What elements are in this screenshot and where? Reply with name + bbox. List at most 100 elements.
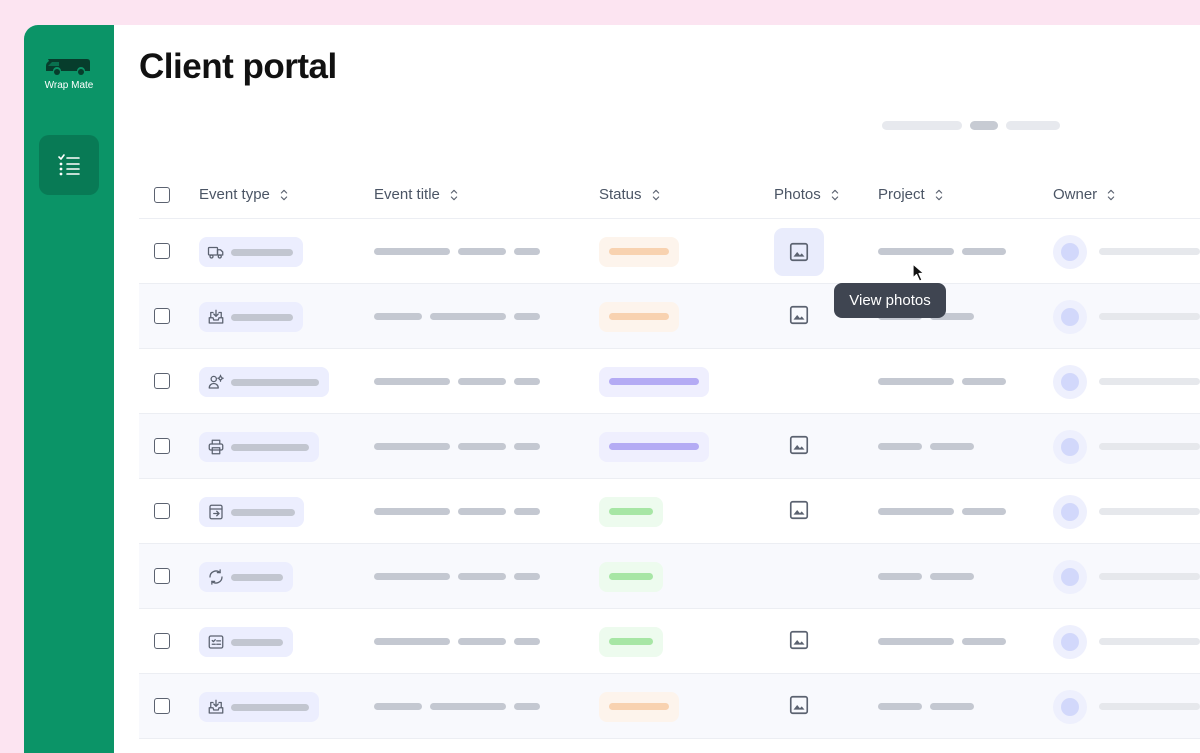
column-header-label: Photos [774,186,821,203]
avatar [1053,495,1087,529]
event-type-placeholder [231,508,295,516]
select-all-checkbox[interactable] [154,187,170,203]
event-title-placeholder [374,638,450,645]
status-badge [599,432,709,462]
event-type-icon-wrap [207,633,225,651]
row-checkbox[interactable] [154,438,170,454]
view-photos-button[interactable] [784,428,814,462]
table-row[interactable] [139,219,1200,284]
status-badge [599,367,709,397]
event-type-badge [199,627,293,657]
event-title-placeholder [458,638,506,645]
event-type-placeholder [231,378,319,386]
column-header-photos[interactable]: Photos [774,186,843,203]
status-badge [599,562,663,592]
status-placeholder [609,508,653,515]
table-row[interactable] [139,544,1200,609]
brand-logo[interactable]: Wrap Mate [24,55,114,91]
status-placeholder [609,703,669,710]
event-type-badge [199,432,319,462]
page-indicator-active[interactable] [970,121,998,130]
event-type-badge [199,497,304,527]
table-row[interactable] [139,284,1200,349]
status-badge [599,497,663,527]
project-placeholder [878,443,922,450]
row-checkbox[interactable] [154,568,170,584]
column-header-status[interactable]: Status [599,186,664,203]
avatar [1053,625,1087,659]
status-badge [599,302,679,332]
status-placeholder [609,313,669,320]
table-row[interactable] [139,609,1200,674]
owner-placeholder [1157,703,1200,710]
row-checkbox[interactable] [154,373,170,389]
table-row[interactable] [139,349,1200,414]
page-indicator[interactable] [1006,121,1060,130]
row-checkbox[interactable] [154,243,170,259]
status-placeholder [609,443,699,450]
inbox-download-icon [208,309,224,324]
row-checkbox[interactable] [154,503,170,519]
event-title-placeholder [430,703,506,710]
image-icon [789,242,809,262]
sort-icon [280,189,288,200]
image-icon [789,630,809,650]
event-title-placeholder [458,573,506,580]
view-photos-button[interactable] [774,228,824,276]
event-type-icon-wrap [207,698,225,716]
event-title-placeholder [430,313,506,320]
status-badge [599,692,679,722]
view-photos-button[interactable] [784,493,814,527]
project-placeholder [930,573,974,580]
sidebar-item-events[interactable] [39,135,99,195]
avatar-image [1061,243,1079,261]
column-header-event-title[interactable]: Event title [374,186,462,203]
page-indicator[interactable] [882,121,962,130]
view-photos-button[interactable] [784,623,814,657]
sidebar: Wrap Mate [24,25,114,753]
table-row[interactable] [139,414,1200,479]
table-row[interactable] [139,479,1200,544]
app-window: Wrap Mate Client portal Event type Event… [24,25,1200,753]
row-checkbox[interactable] [154,633,170,649]
event-type-placeholder [231,313,293,321]
project-placeholder [878,378,954,385]
avatar [1053,690,1087,724]
sort-icon [1107,189,1115,200]
project-placeholder [878,508,954,515]
main-content: Client portal Event type Event title Statu… [114,25,1200,753]
event-type-icon-wrap [207,503,225,521]
avatar-image [1061,308,1079,326]
event-type-placeholder [231,443,309,451]
event-title-placeholder [374,443,450,450]
view-photos-button[interactable] [784,688,814,722]
column-header-event-type[interactable]: Event type [199,186,292,203]
column-header-project[interactable]: Project [878,186,947,203]
image-icon [789,500,809,520]
row-checkbox[interactable] [154,698,170,714]
avatar-image [1061,698,1079,716]
view-photos-button[interactable] [784,298,814,332]
truck-icon [207,246,224,259]
row-checkbox[interactable] [154,308,170,324]
project-placeholder [930,703,974,710]
table-body [139,219,1200,739]
event-type-icon-wrap [207,373,225,391]
event-title-placeholder [514,313,540,320]
event-type-badge [199,302,303,332]
event-type-placeholder [231,638,283,646]
user-settings-icon [208,374,224,389]
event-title-placeholder [514,508,540,515]
event-type-placeholder [231,248,293,256]
event-title-placeholder [514,248,540,255]
column-header-label: Event title [374,186,440,203]
checklist-icon [208,635,224,649]
status-placeholder [609,573,653,580]
event-title-placeholder [458,508,506,515]
event-type-badge [199,562,293,592]
owner-placeholder [1157,248,1200,255]
owner-placeholder [1157,638,1200,645]
table-row[interactable] [139,674,1200,739]
column-header-owner[interactable]: Owner [1053,186,1119,203]
column-header-label: Owner [1053,186,1098,203]
